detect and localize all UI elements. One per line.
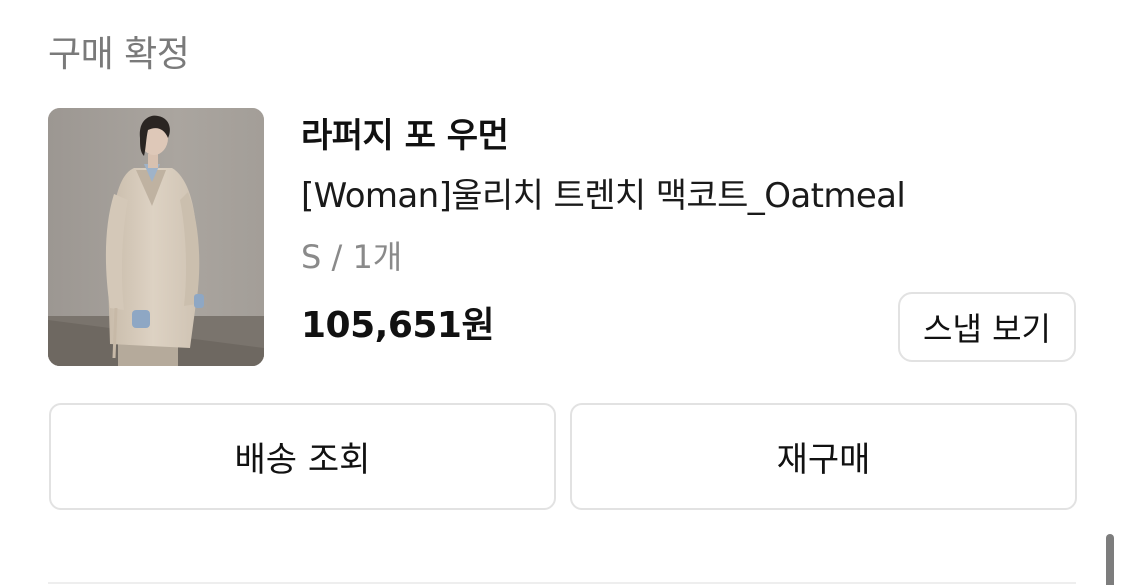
product-name[interactable]: [Woman]울리치 트렌치 맥코트_Oatmeal — [301, 172, 906, 220]
rebuy-button[interactable]: 재구매 — [570, 403, 1077, 510]
track-delivery-button[interactable]: 배송 조회 — [49, 403, 556, 510]
order-card: 구매 확정 라퍼지 포 우먼 [Woman]울리치 트렌치 맥코트_Oatmea… — [0, 0, 1125, 585]
view-snap-button[interactable]: 스냅 보기 — [898, 292, 1076, 362]
brand-name[interactable]: 라퍼지 포 우먼 — [301, 112, 509, 160]
divider — [48, 582, 1076, 584]
scrollbar[interactable] — [1106, 534, 1114, 585]
product-image[interactable] — [48, 108, 264, 366]
order-status: 구매 확정 — [48, 34, 190, 75]
product-price: 105,651원 — [301, 305, 495, 346]
product-option: S / 1개 — [301, 238, 403, 276]
